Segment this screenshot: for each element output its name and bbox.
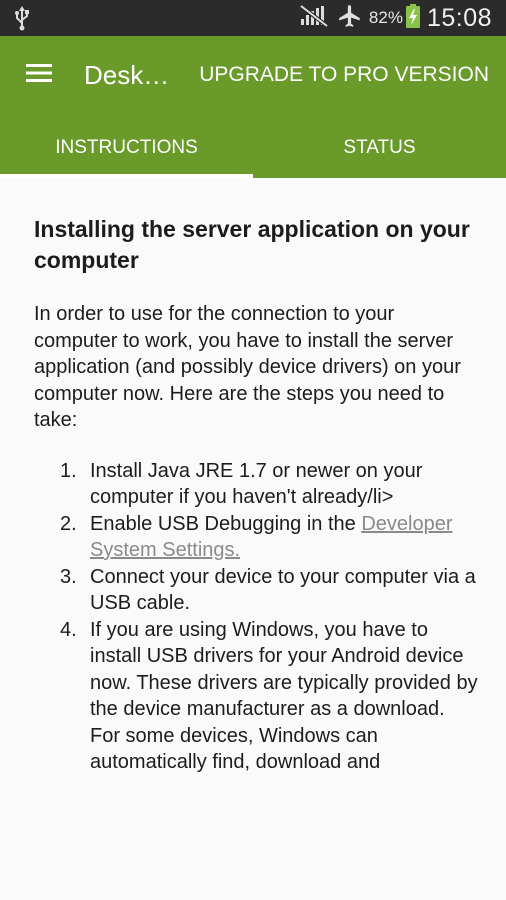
app-bar: Desk… UPGRADE TO PRO VERSION INSTRUCTION… — [0, 36, 506, 178]
app-title: Desk… — [84, 60, 170, 90]
step-text: Connect your device to your computer via… — [90, 565, 476, 615]
step-text: Enable USB Debugging in the — [90, 512, 356, 535]
battery-charging-icon — [405, 3, 421, 34]
tab-bar: INSTRUCTIONS STATUS — [0, 126, 506, 178]
step-text: Install Java JRE 1.7 or newer on your co… — [90, 459, 423, 509]
upgrade-to-pro-button[interactable]: UPGRADE TO PRO VERSION — [199, 58, 489, 92]
step-text: If you are using Windows, you have to in… — [90, 618, 478, 774]
step-item: 2. Enable USB Debugging in the Developer… — [34, 511, 479, 564]
page-heading: Installing the server application on you… — [34, 216, 470, 273]
no-signal-icon — [299, 3, 329, 33]
steps-list: 1. Install Java JRE 1.7 or newer on your… — [34, 458, 479, 776]
instructions-content: Installing the server application on you… — [34, 178, 479, 776]
step-item: 3. Connect your device to your computer … — [34, 564, 479, 617]
step-number: 4. — [60, 618, 77, 641]
hamburger-menu-icon — [25, 62, 53, 89]
battery-percent: 82% — [368, 8, 403, 27]
step-item: 4. If you are using Windows, you have to… — [34, 617, 479, 776]
usb-icon — [14, 5, 30, 36]
step-number: 2. — [60, 512, 77, 535]
airplane-mode-icon — [337, 3, 363, 34]
step-number: 1. — [60, 459, 77, 482]
menu-button[interactable] — [20, 58, 58, 92]
step-item: 1. Install Java JRE 1.7 or newer on your… — [34, 458, 479, 511]
step-number: 3. — [60, 565, 77, 588]
clock: 15:08 — [426, 3, 492, 32]
intro-paragraph: In order to use for the connection to yo… — [34, 303, 461, 431]
status-bar: 82% 15:08 — [0, 0, 506, 36]
tab-status[interactable]: STATUS — [253, 126, 506, 178]
tab-instructions[interactable]: INSTRUCTIONS — [0, 126, 253, 178]
